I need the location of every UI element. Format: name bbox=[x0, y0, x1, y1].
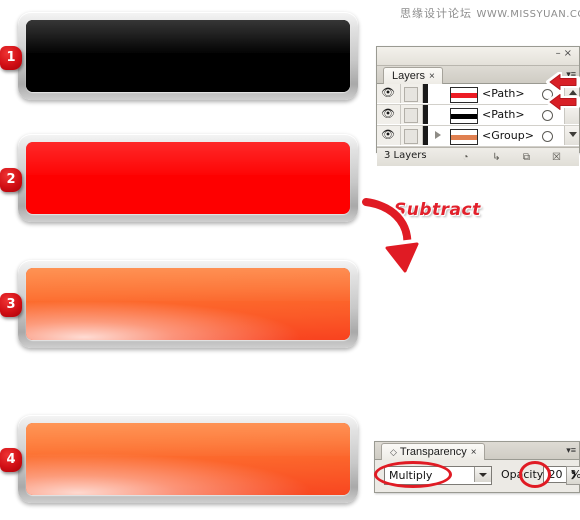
transparency-panel-menu-icon[interactable]: ▾≡ bbox=[560, 443, 576, 457]
chevron-down-icon[interactable] bbox=[474, 467, 491, 482]
red-fill bbox=[26, 142, 350, 214]
layers-panel-footer: 3 Layers ◔ ↳ ⧉ ☒ bbox=[377, 147, 579, 166]
scroll-down-button[interactable] bbox=[564, 126, 579, 145]
layers-window-controls[interactable]: –× bbox=[556, 48, 575, 59]
lock-icon[interactable] bbox=[404, 108, 418, 123]
orange-button-multiply[interactable] bbox=[18, 415, 358, 503]
layer-color-bar bbox=[423, 105, 428, 124]
orange-gradient-fill bbox=[26, 268, 350, 340]
step-badge-2: 2 bbox=[0, 168, 22, 192]
make-clipping-mask-button[interactable]: ◔ bbox=[459, 151, 472, 164]
minimize-icon[interactable]: – bbox=[556, 48, 564, 59]
button-face bbox=[26, 142, 350, 214]
curved-arrow-icon bbox=[360, 196, 424, 278]
step-badge-1: 1 bbox=[0, 46, 22, 70]
layer-expand-cell bbox=[431, 84, 447, 103]
layer-expand-toggle[interactable] bbox=[431, 126, 447, 145]
tab-close-icon[interactable]: × bbox=[429, 71, 435, 82]
watermark-en: WWW.MISSYUAN.COM bbox=[476, 9, 580, 20]
layers-panel-titlebar[interactable]: –× bbox=[377, 47, 579, 66]
layer-color-bar bbox=[423, 84, 428, 103]
layer-visibility-toggle[interactable]: 👁 bbox=[377, 105, 401, 124]
transparency-panel-body: Multiply Opacity: 20 ❯ % bbox=[375, 460, 580, 490]
left-arrow-icon bbox=[546, 72, 580, 92]
layer-visibility-toggle[interactable]: 👁 bbox=[377, 84, 401, 103]
create-new-layer-button[interactable]: ⧉ bbox=[520, 151, 533, 164]
tab-layers[interactable]: Layers × bbox=[383, 67, 443, 84]
eye-icon[interactable]: 👁 bbox=[381, 109, 396, 120]
table-row[interactable]: 👁 <Group> bbox=[377, 126, 579, 147]
button-face bbox=[26, 268, 350, 340]
blend-mode-value: Multiply bbox=[389, 469, 433, 482]
percent-label: % bbox=[571, 468, 580, 481]
transparency-panel[interactable]: ◇ Transparency × ▾≡ Multiply Opacity: 20 ❯… bbox=[374, 441, 580, 493]
lock-icon[interactable] bbox=[404, 129, 418, 144]
black-fill bbox=[26, 20, 350, 92]
step-badge-4: 4 bbox=[0, 448, 22, 472]
layer-expand-cell bbox=[431, 105, 447, 124]
delete-selection-button[interactable]: ☒ bbox=[550, 151, 563, 164]
layer-lock-toggle[interactable] bbox=[401, 126, 423, 145]
chevron-right-icon[interactable] bbox=[435, 131, 441, 139]
thumbnail-stripe bbox=[451, 93, 477, 98]
layers-count-label: 3 Layers bbox=[384, 150, 427, 161]
layer-thumbnail bbox=[450, 129, 478, 145]
layer-thumbnail bbox=[450, 87, 478, 103]
blend-mode-select[interactable]: Multiply bbox=[384, 466, 492, 485]
left-arrow-icon bbox=[546, 92, 580, 112]
close-icon[interactable]: × bbox=[564, 48, 575, 59]
transparency-tab-row[interactable]: ◇ Transparency × ▾≡ bbox=[375, 442, 579, 460]
thumbnail-stripe bbox=[451, 135, 477, 140]
button-face bbox=[26, 20, 350, 92]
black-button[interactable] bbox=[18, 12, 358, 100]
layer-color-bar bbox=[423, 126, 428, 145]
layer-lock-toggle[interactable] bbox=[401, 84, 423, 103]
orange-multiply-fill bbox=[26, 423, 350, 495]
orange-button[interactable] bbox=[18, 260, 358, 348]
site-watermark: 思缘设计论坛 WWW.MISSYUAN.COM bbox=[400, 5, 580, 21]
lock-icon[interactable] bbox=[404, 87, 418, 102]
tab-layers-label: Layers bbox=[392, 70, 426, 82]
layer-thumbnail bbox=[450, 108, 478, 124]
button-face bbox=[26, 423, 350, 495]
eye-icon[interactable]: 👁 bbox=[381, 130, 396, 141]
opacity-input[interactable]: 20 bbox=[543, 466, 568, 483]
layer-visibility-toggle[interactable]: 👁 bbox=[377, 126, 401, 145]
red-button[interactable] bbox=[18, 134, 358, 222]
eye-icon[interactable]: 👁 bbox=[381, 88, 396, 99]
layer-name[interactable]: <Path> bbox=[482, 87, 525, 101]
tab-transparency-label: Transparency bbox=[399, 446, 467, 458]
thumbnail-stripe bbox=[451, 114, 477, 119]
layer-name[interactable]: <Group> bbox=[482, 129, 534, 143]
layer-name[interactable]: <Path> bbox=[482, 108, 525, 122]
tab-transparency[interactable]: ◇ Transparency × bbox=[381, 443, 485, 460]
panel-grip-icon: ◇ bbox=[390, 447, 397, 457]
layer-lock-toggle[interactable] bbox=[401, 105, 423, 124]
watermark-cn: 思缘设计论坛 bbox=[400, 7, 472, 20]
step-badge-3: 3 bbox=[0, 293, 22, 317]
layer-target-indicator[interactable] bbox=[542, 131, 553, 142]
create-new-sublayer-button[interactable]: ↳ bbox=[490, 151, 503, 164]
tab-close-icon[interactable]: × bbox=[471, 447, 477, 458]
opacity-label: Opacity: bbox=[501, 468, 547, 481]
